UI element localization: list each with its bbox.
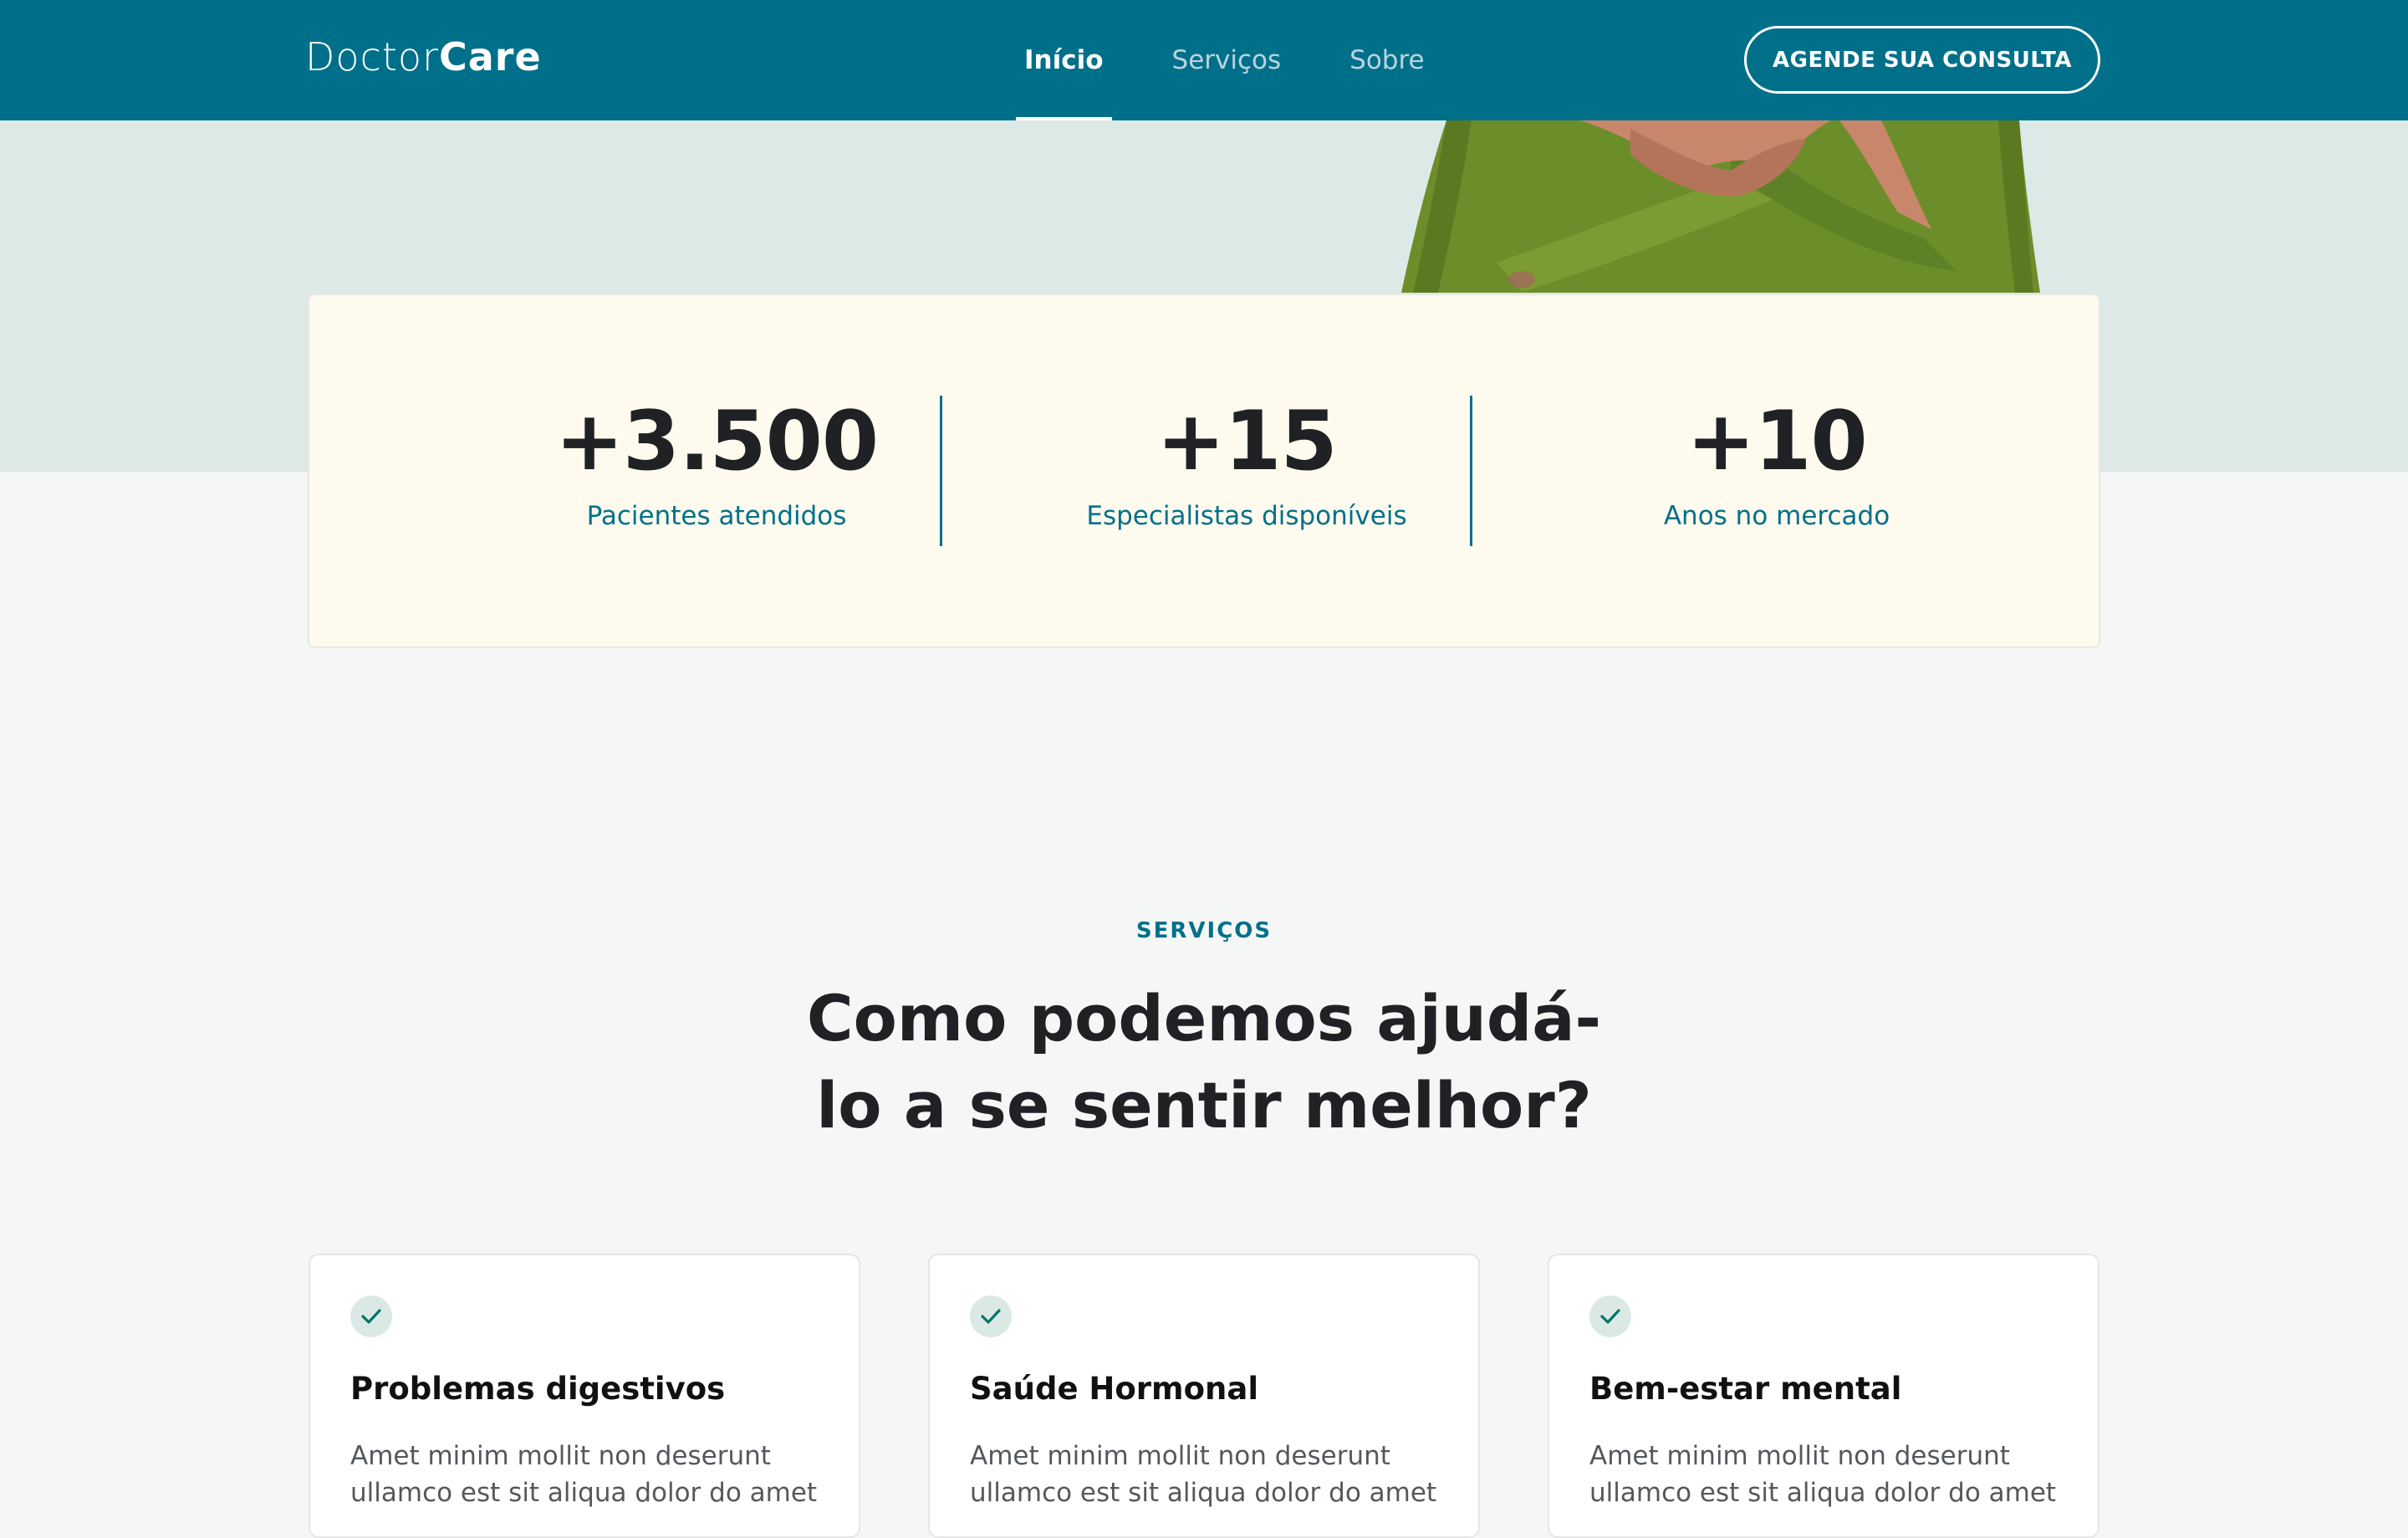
service-card-title: Problemas digestivos xyxy=(350,1371,726,1407)
stat-divider xyxy=(1470,396,1472,546)
main-nav: Início Serviços Sobre xyxy=(1016,0,1485,120)
stat-divider xyxy=(940,396,942,546)
stat-label: Especialistas disponíveis xyxy=(1086,501,1407,531)
section-title-line-1: Como podemos ajudá- xyxy=(806,981,1602,1055)
nav-item-servicos[interactable]: Serviços xyxy=(1164,0,1290,120)
service-card[interactable]: Saúde Hormonal Amet minim mollit non des… xyxy=(928,1254,1480,1538)
stat-specialists: +15 Especialistas disponíveis xyxy=(982,396,1512,531)
hero-photo xyxy=(1380,120,2048,293)
logo-text-care: Care xyxy=(438,34,542,79)
stat-value: +15 xyxy=(1156,394,1338,489)
stat-value: +10 xyxy=(1686,394,1868,489)
service-card-title: Bem-estar mental xyxy=(1589,1371,1902,1407)
service-card-text: Amet minim mollit non deserunt ullamco e… xyxy=(1589,1441,2057,1508)
stat-label: Pacientes atendidos xyxy=(586,501,847,531)
check-icon xyxy=(350,1295,392,1337)
service-card-text: Amet minim mollit non deserunt ullamco e… xyxy=(970,1441,1437,1508)
stat-years: +10 Anos no mercado xyxy=(1512,396,2042,531)
service-card[interactable]: Problemas digestivos Amet minim mollit n… xyxy=(309,1254,860,1538)
logo-text-doctor: Doctor xyxy=(305,34,439,79)
top-navbar: DoctorCare Início Serviços Sobre AGENDE … xyxy=(0,0,2408,120)
check-icon xyxy=(970,1295,1012,1337)
stats-card: +3.500 Pacientes atendidos +15 Especiali… xyxy=(308,294,2100,648)
woman-in-green-sweater-illustration xyxy=(1401,120,2040,293)
service-card-text: Amet minim mollit non deserunt ullamco e… xyxy=(350,1441,818,1508)
service-card[interactable]: Bem-estar mental Amet minim mollit non d… xyxy=(1548,1254,2099,1538)
stat-patients: +3.500 Pacientes atendidos xyxy=(452,396,982,531)
section-tag: SERVIÇOS xyxy=(1135,918,1273,943)
schedule-appointment-button[interactable]: AGENDE SUA CONSULTA xyxy=(1744,26,2100,94)
check-icon xyxy=(1589,1295,1631,1337)
stat-label: Anos no mercado xyxy=(1663,501,1890,531)
service-card-title: Saúde Hormonal xyxy=(970,1371,1259,1407)
nav-item-sobre[interactable]: Sobre xyxy=(1341,0,1432,120)
section-title-line-2: lo a se sentir melhor? xyxy=(816,1068,1592,1142)
logo[interactable]: DoctorCare xyxy=(305,32,542,82)
stat-value: +3.500 xyxy=(554,394,879,489)
nav-item-inicio[interactable]: Início xyxy=(1016,0,1112,120)
section-title: Como podemos ajudá- lo a se sentir melho… xyxy=(786,975,1622,1149)
